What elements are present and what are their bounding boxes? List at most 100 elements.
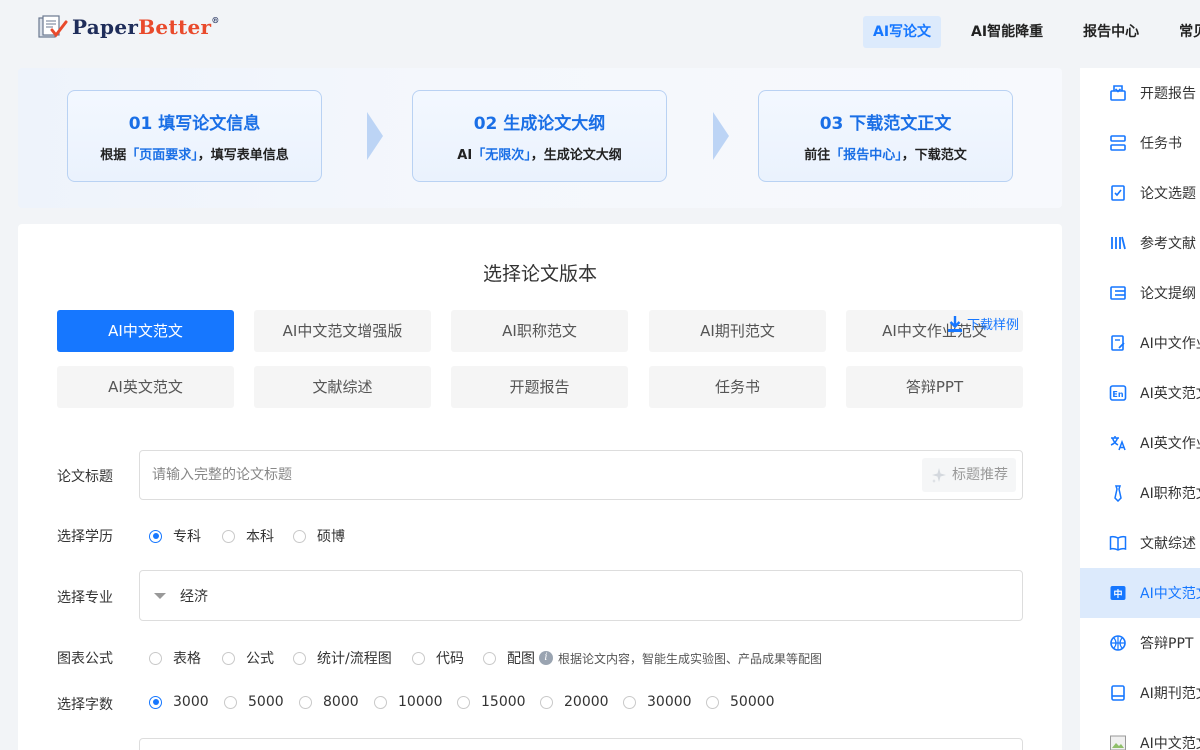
sidebar-item-task-book[interactable]: 任务书 (1080, 118, 1200, 168)
major-label: 选择专业 (57, 590, 113, 606)
download-icon (948, 315, 962, 332)
wordcount-option-20000[interactable]: 20000 (540, 694, 609, 710)
next-field-box[interactable] (139, 738, 1023, 750)
option-label: 表格 (173, 651, 201, 667)
radio-label: 硕博 (317, 529, 345, 545)
sidebar-item-ai-homework[interactable]: AI中文作业 (1080, 318, 1200, 368)
radio-label: 15000 (481, 694, 526, 710)
chart-option-code[interactable]: 代码 (412, 648, 464, 668)
version-open-report[interactable]: 开题报告 (451, 366, 628, 408)
chart-option-table[interactable]: 表格 (149, 648, 201, 668)
option-label: 配图 (507, 651, 535, 667)
step-title: 03 下载范文正文 (819, 114, 952, 134)
option-label: 代码 (436, 651, 464, 667)
chart-option-formula[interactable]: 公式 (222, 648, 274, 668)
wordcount-option-10000[interactable]: 10000 (374, 694, 443, 710)
sidebar-item-label: 开题报告 (1140, 86, 1196, 102)
english-icon: En (1109, 384, 1127, 402)
logo-text: PaperBetter® (72, 15, 220, 39)
task-book-icon (1109, 134, 1127, 152)
step-title: 01 填写论文信息 (128, 114, 261, 134)
info-icon[interactable]: i (539, 651, 553, 665)
nav-ai-rewrite[interactable]: AI智能降重 (961, 16, 1053, 48)
education-option-benke[interactable]: 本科 (222, 526, 274, 546)
topic-icon (1109, 184, 1127, 202)
logo[interactable]: PaperBetter® (38, 14, 220, 40)
wordcount-label: 选择字数 (57, 697, 113, 713)
title-input[interactable] (140, 451, 840, 499)
sidebar-item-label: AI期刊范文 (1140, 686, 1200, 702)
sidebar-item-label: AI中文作业 (1140, 336, 1200, 352)
sidebar-item-ai-english-homework[interactable]: AI英文作业 (1080, 418, 1200, 468)
chart-option-image[interactable]: 配图 i 根据论文内容，智能生成实验图、产品成果等配图 (483, 648, 822, 668)
nav-faq[interactable]: 常见 (1169, 16, 1200, 48)
version-ai-title[interactable]: AI职称范文 (451, 310, 628, 352)
sidebar-item-topic[interactable]: 论文选题 (1080, 168, 1200, 218)
sidebar-item-ai-chinese[interactable]: 中 AI中文范文 (1080, 568, 1200, 618)
sidebar-item-label: 任务书 (1140, 136, 1182, 152)
wordcount-option-3000[interactable]: 3000 (149, 694, 209, 710)
step-3: 03 下载范文正文 前往「报告中心」，下载范文 (758, 90, 1013, 182)
download-sample-link[interactable]: 下载样例 (947, 314, 1019, 333)
sidebar-item-open-report[interactable]: 开题报告 (1080, 68, 1200, 118)
title-input-box: 标题推荐 (139, 450, 1023, 500)
nav-report-center[interactable]: 报告中心 (1073, 16, 1149, 48)
sparkle-icon (932, 468, 946, 483)
version-ai-chinese[interactable]: AI中文范文 (57, 310, 234, 352)
version-literature-review[interactable]: 文献综述 (254, 366, 431, 408)
education-option-shuobo[interactable]: 硕博 (293, 526, 345, 546)
wordcount-option-30000[interactable]: 30000 (623, 694, 692, 710)
radio-label: 20000 (564, 694, 609, 710)
sidebar-item-outline[interactable]: 论文提纲 (1080, 268, 1200, 318)
radio-icon (706, 695, 719, 709)
sidebar-item-label: 答辩PPT (1140, 636, 1194, 652)
checkbox-icon (149, 651, 162, 665)
education-option-zhuanke[interactable]: 专科 (149, 526, 201, 546)
sidebar-item-ai-journal[interactable]: AI期刊范文 (1080, 668, 1200, 718)
checkbox-icon (412, 651, 425, 665)
title-label: 论文标题 (57, 469, 113, 485)
wordcount-option-5000[interactable]: 5000 (224, 694, 284, 710)
journal-icon (1109, 684, 1127, 702)
nav-ai-write[interactable]: AI写论文 (863, 16, 942, 48)
version-ai-journal[interactable]: AI期刊范文 (649, 310, 826, 352)
open-report-icon (1109, 84, 1127, 102)
sidebar-item-literature-review[interactable]: 文献综述 (1080, 518, 1200, 568)
homework-icon (1109, 334, 1127, 352)
sidebar-item-defense-ppt[interactable]: 答辩PPT (1080, 618, 1200, 668)
major-value: 经济 (180, 588, 208, 605)
version-ai-english[interactable]: AI英文范文 (57, 366, 234, 408)
chart-option-flowchart[interactable]: 统计/流程图 (293, 648, 392, 668)
step-arrow-icon (367, 112, 383, 160)
wordcount-option-8000[interactable]: 8000 (299, 694, 359, 710)
logo-book-icon (38, 14, 68, 40)
step-2: 02 生成论文大纲 AI「无限次」，生成论文大纲 (412, 90, 667, 182)
wordcount-option-15000[interactable]: 15000 (457, 694, 526, 710)
radio-label: 本科 (246, 529, 274, 545)
version-ai-chinese-plus[interactable]: AI中文范文增强版 (254, 310, 431, 352)
sidebar-item-label: 文献综述 (1140, 536, 1196, 552)
charts-label: 图表公式 (57, 651, 113, 667)
caret-down-icon (154, 592, 166, 599)
sidebar-item-ai-title[interactable]: AI职称范文 (1080, 468, 1200, 518)
checkbox-icon (222, 651, 235, 665)
hint-text: 根据论文内容，智能生成实验图、产品成果等配图 (558, 651, 823, 666)
references-icon (1109, 234, 1127, 252)
sidebar-item-references[interactable]: 参考文献 (1080, 218, 1200, 268)
wordcount-option-50000[interactable]: 50000 (706, 694, 775, 710)
download-sample-label: 下载样例 (967, 318, 1020, 333)
sidebar-item-ai-english[interactable]: En AI英文范文 (1080, 368, 1200, 418)
sidebar-item-ai-chinese-2[interactable]: AI中文范文 (1080, 718, 1200, 750)
version-task-book[interactable]: 任务书 (649, 366, 826, 408)
radio-icon (457, 695, 470, 709)
radio-icon (299, 695, 312, 709)
major-select[interactable]: 经济 (139, 570, 1023, 621)
title-suggest-button[interactable]: 标题推荐 (922, 458, 1016, 492)
radio-icon (623, 695, 636, 709)
step-arrow-icon (713, 112, 729, 160)
version-defense-ppt[interactable]: 答辩PPT (846, 366, 1023, 408)
paper-form-card: 选择论文版本 AI中文范文 AI中文范文增强版 AI职称范文 AI期刊范文 AI… (18, 224, 1062, 750)
step-title: 02 生成论文大纲 (473, 114, 606, 134)
radio-icon (374, 695, 387, 709)
option-label: 公式 (246, 651, 274, 667)
